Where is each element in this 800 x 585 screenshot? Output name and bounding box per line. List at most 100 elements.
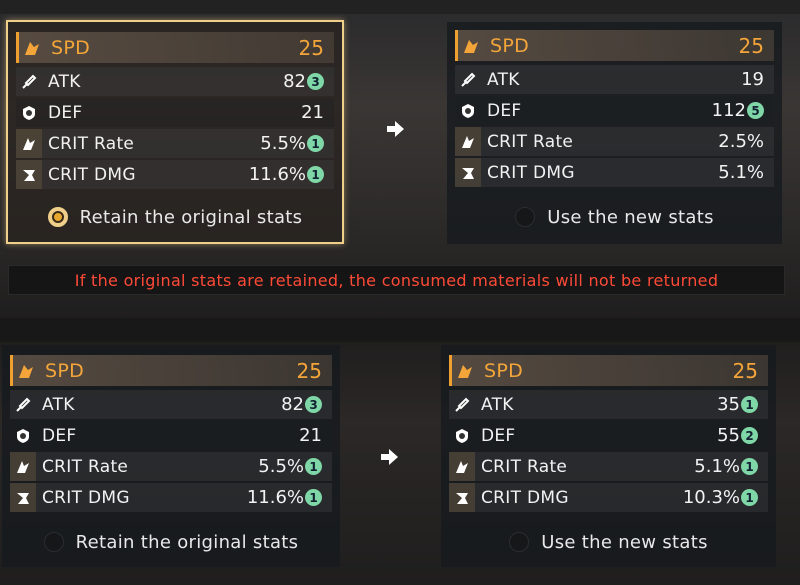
stat-value: 35 — [717, 394, 740, 415]
stat-value: 112 — [711, 100, 746, 121]
section-divider — [0, 318, 800, 342]
stat-value: 82 — [283, 71, 306, 92]
warning-message: If the original stats are retained, the … — [8, 265, 785, 295]
speed-icon — [458, 30, 484, 61]
stat-label: CRIT Rate — [42, 456, 129, 477]
stat-row-crit-dmg: CRIT DMG 11.6% 1 — [16, 160, 334, 189]
bottom-new-card[interactable]: SPD 25 ATK 35 1 DEF 55 2 CRIT Rate 5.1% 1 C… — [441, 345, 776, 567]
stat-label: ATK — [487, 69, 520, 90]
stat-row-crit-dmg: CRIT DMG 5.1% — [455, 158, 774, 187]
top-original-card[interactable]: SPD 25 ATK 82 3 DEF 21 CRIT Rate 5.5% 1 CR… — [6, 20, 344, 244]
stat-row-def: DEF 55 2 — [449, 421, 768, 450]
stat-row-atk: ATK 82 3 — [16, 67, 334, 96]
stat-value: 21 — [299, 425, 322, 446]
stat-value: 82 — [281, 394, 304, 415]
main-stat-value: 25 — [296, 358, 322, 383]
speed-icon — [13, 355, 39, 386]
stat-row-def: DEF 21 — [10, 421, 332, 450]
upgrade-count-badge: 3 — [307, 73, 324, 90]
upgrade-count-badge: 1 — [307, 166, 324, 183]
main-stat-label: SPD — [490, 34, 530, 57]
main-stat-label: SPD — [51, 36, 91, 59]
choice-label: Use the new stats — [541, 531, 708, 553]
main-stat-row: SPD 25 — [10, 355, 332, 386]
main-stat-label: SPD — [45, 359, 85, 382]
upgrade-count-badge: 1 — [307, 135, 324, 152]
top-new-card[interactable]: SPD 25 ATK 19 DEF 112 5 CRIT Rate 2.5% CR… — [447, 22, 782, 244]
main-stat-value: 25 — [298, 35, 324, 60]
stat-label: ATK — [481, 394, 514, 415]
main-stat-row: SPD 25 — [16, 32, 334, 63]
stat-label: CRIT DMG — [481, 487, 569, 508]
stat-value: 5.1% — [718, 162, 764, 183]
def-icon — [449, 421, 475, 450]
upgrade-count-badge: 1 — [305, 489, 322, 506]
main-stat-value: 25 — [738, 33, 764, 58]
choice-label: Retain the original stats — [75, 531, 299, 553]
def-icon — [455, 96, 481, 125]
crit-dmg-icon — [10, 483, 36, 512]
use-new-option[interactable]: Use the new stats — [441, 527, 776, 557]
stat-value: 5.5% — [258, 456, 304, 477]
stat-row-atk: ATK 19 — [455, 65, 774, 94]
stat-value: 19 — [741, 69, 764, 90]
main-stat-row: SPD 25 — [449, 355, 768, 386]
stat-row-crit-rate: CRIT Rate 5.5% 1 — [16, 129, 334, 158]
main-stat-row: SPD 25 — [455, 30, 774, 61]
atk-icon — [455, 65, 481, 94]
bottom-original-card[interactable]: SPD 25 ATK 82 3 DEF 21 CRIT Rate 5.5% 1 CR… — [2, 345, 340, 567]
stat-label: CRIT DMG — [48, 164, 136, 185]
stat-label: ATK — [48, 71, 81, 92]
stat-label: CRIT DMG — [42, 487, 130, 508]
stat-label: DEF — [48, 102, 83, 123]
upgrade-count-badge: 5 — [747, 102, 764, 119]
retain-original-option[interactable]: Retain the original stats — [2, 527, 340, 557]
crit-rate-icon — [10, 452, 36, 481]
stat-value: 5.1% — [694, 456, 740, 477]
main-stat-label: SPD — [484, 359, 524, 382]
stat-row-def: DEF 112 5 — [455, 96, 774, 125]
radio-button[interactable] — [515, 207, 536, 227]
def-icon — [16, 98, 42, 127]
stat-value: 55 — [717, 425, 740, 446]
radio-button[interactable] — [509, 532, 530, 552]
upgrade-count-badge: 1 — [741, 396, 758, 413]
atk-icon — [16, 67, 42, 96]
stat-row-atk: ATK 35 1 — [449, 390, 768, 419]
stat-value: 11.6% — [246, 487, 304, 508]
top-edge — [0, 0, 800, 14]
stat-value: 21 — [301, 102, 324, 123]
choice-label: Use the new stats — [547, 206, 714, 228]
crit-rate-icon — [455, 127, 481, 156]
stat-row-crit-rate: CRIT Rate 5.5% 1 — [10, 452, 332, 481]
arrow-right-icon — [385, 118, 407, 140]
stat-value: 11.6% — [248, 164, 306, 185]
stat-value: 5.5% — [260, 133, 306, 154]
upgrade-count-badge: 2 — [741, 427, 758, 444]
stat-row-crit-rate: CRIT Rate 5.1% 1 — [449, 452, 768, 481]
atk-icon — [449, 390, 475, 419]
crit-rate-icon — [16, 129, 42, 158]
arrow-right-icon — [379, 446, 401, 468]
stat-row-crit-dmg: CRIT DMG 11.6% 1 — [10, 483, 332, 512]
use-new-option[interactable]: Use the new stats — [447, 202, 782, 232]
stat-label: CRIT Rate — [48, 133, 135, 154]
crit-rate-icon — [449, 452, 475, 481]
stat-row-crit-rate: CRIT Rate 2.5% — [455, 127, 774, 156]
stat-label: CRIT DMG — [487, 162, 575, 183]
stat-label: ATK — [42, 394, 75, 415]
atk-icon — [10, 390, 36, 419]
radio-button[interactable] — [43, 532, 64, 552]
stat-row-atk: ATK 82 3 — [10, 390, 332, 419]
stat-row-crit-dmg: CRIT DMG 10.3% 1 — [449, 483, 768, 512]
stat-label: DEF — [481, 425, 516, 446]
upgrade-count-badge: 1 — [741, 458, 758, 475]
def-icon — [10, 421, 36, 450]
stat-label: DEF — [487, 100, 522, 121]
stat-label: DEF — [42, 425, 77, 446]
crit-dmg-icon — [449, 483, 475, 512]
stat-value: 2.5% — [718, 131, 764, 152]
radio-button-selected[interactable] — [47, 207, 68, 227]
stat-label: CRIT Rate — [487, 131, 574, 152]
retain-original-option[interactable]: Retain the original stats — [8, 202, 342, 232]
